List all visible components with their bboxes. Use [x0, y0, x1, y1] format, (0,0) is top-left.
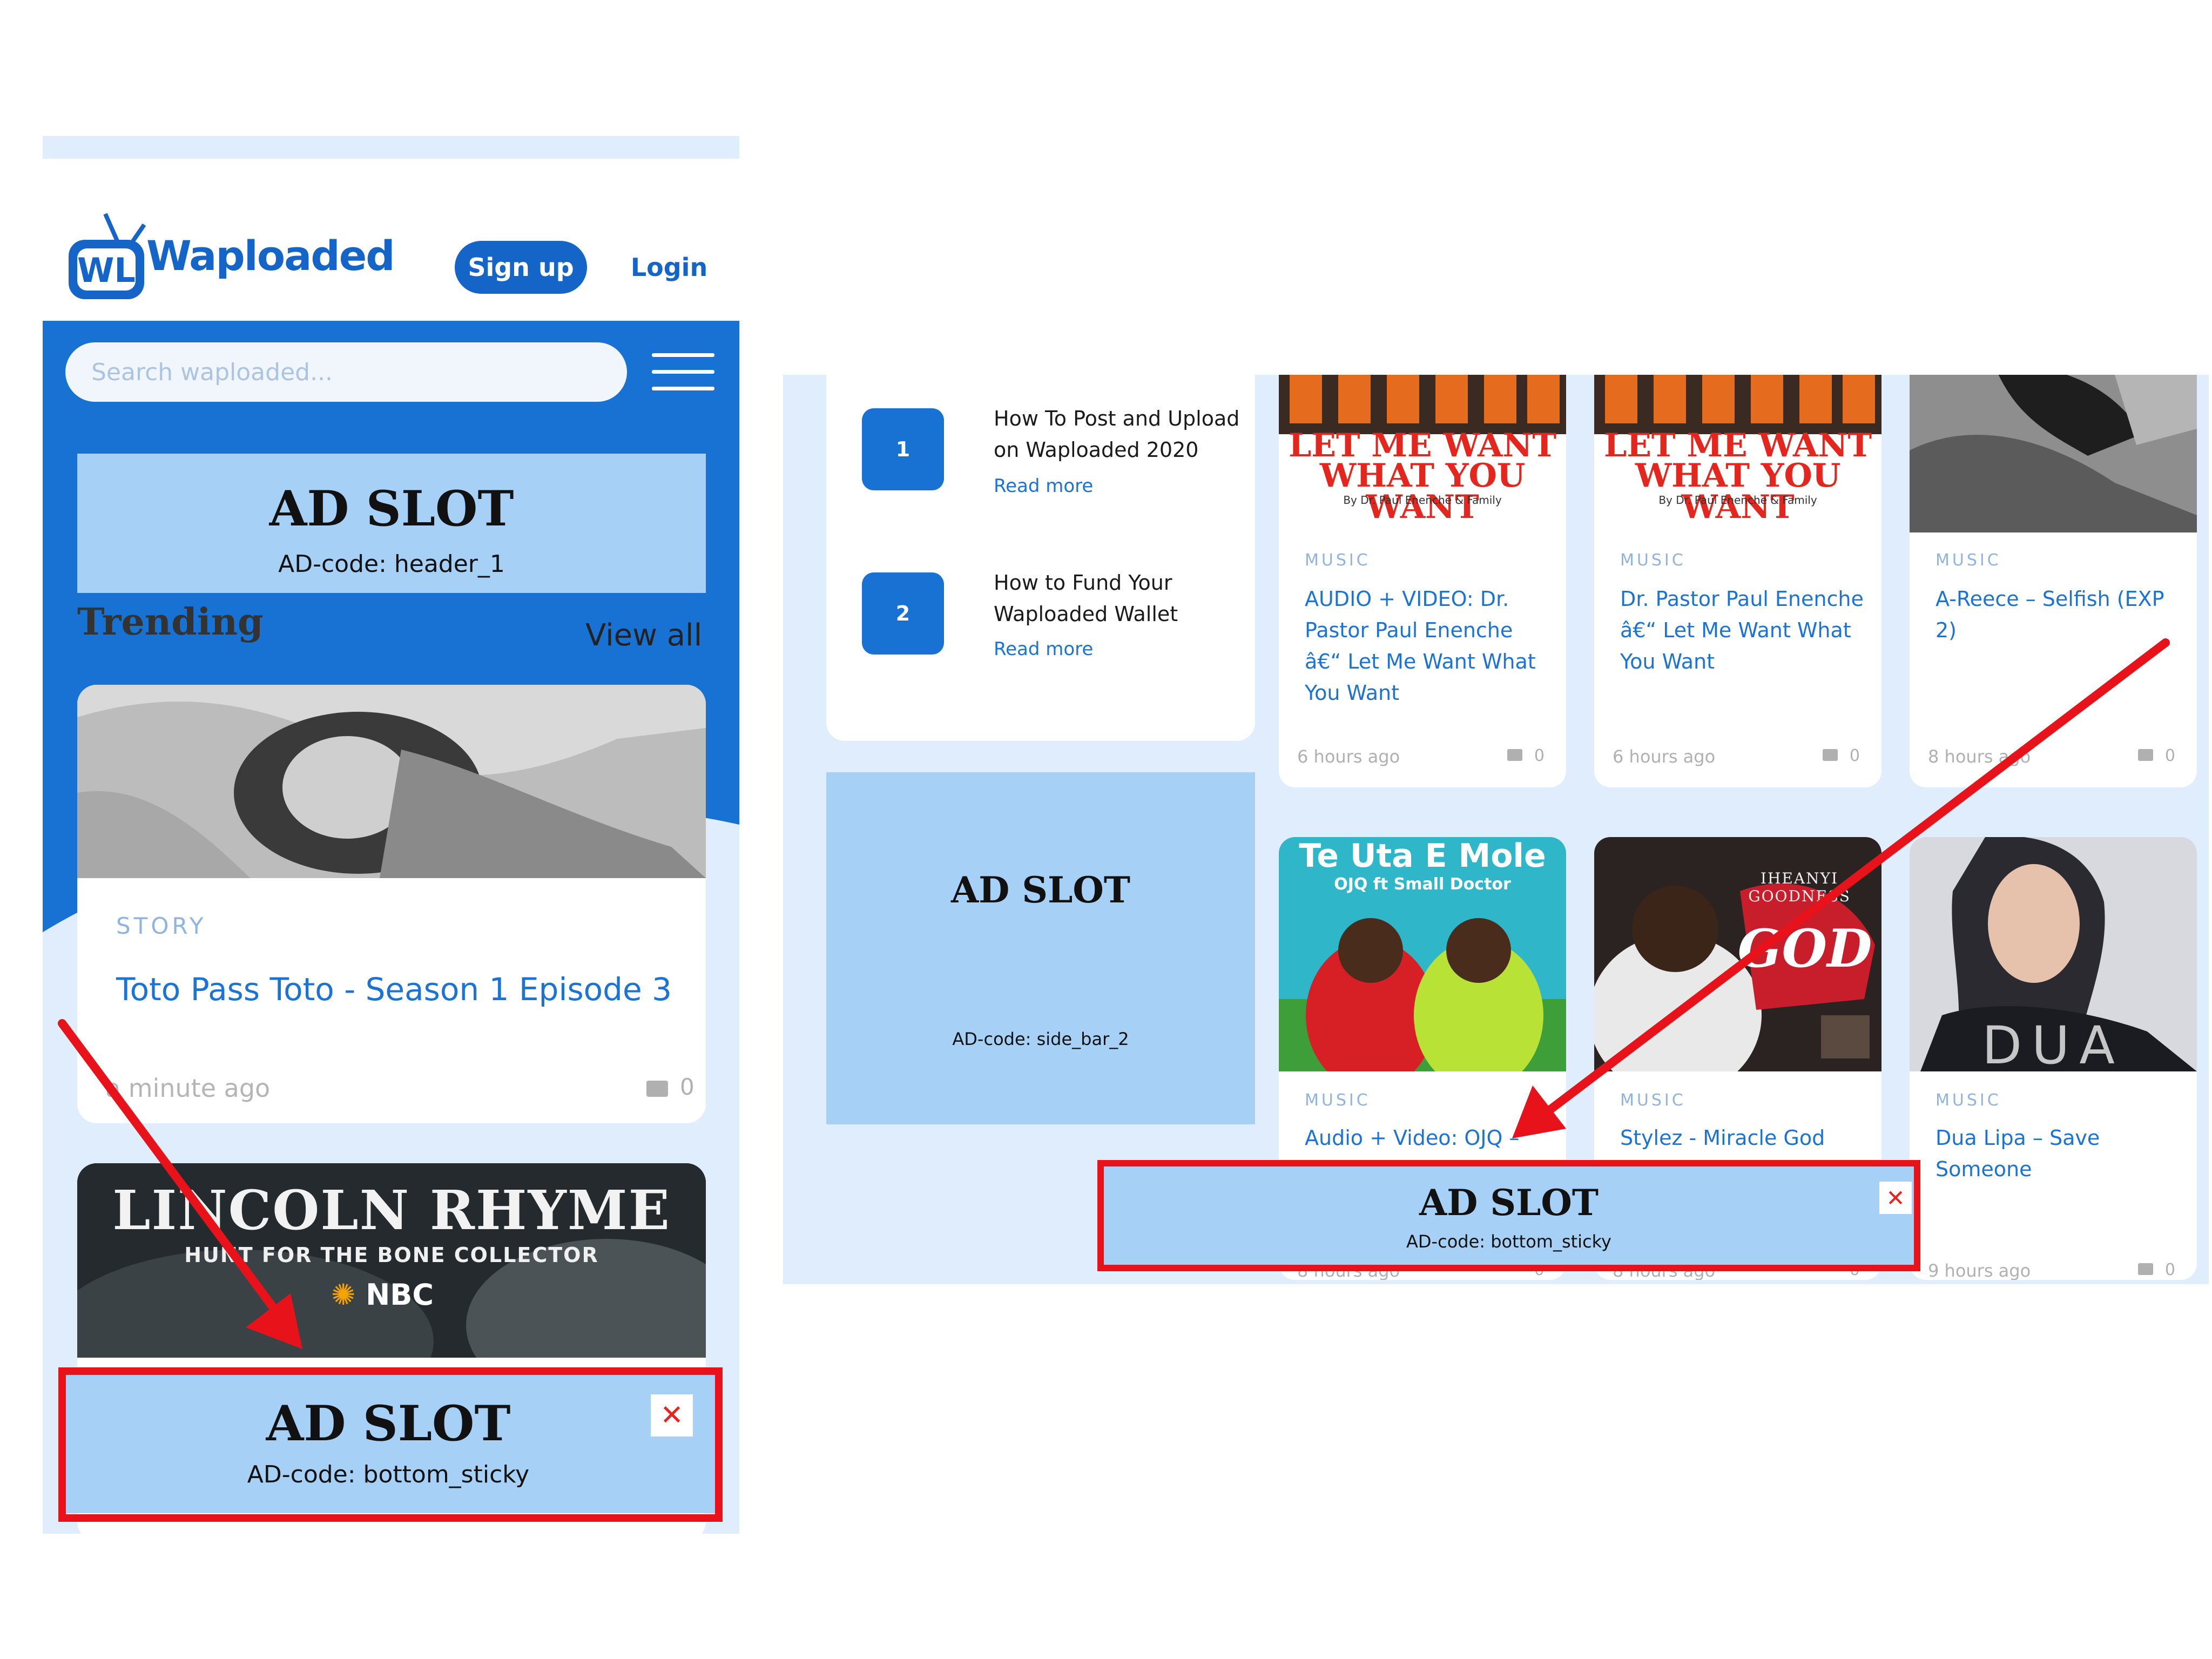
poster-line-2: GOD: [1737, 918, 1872, 979]
post-card[interactable]: LET ME WANT WHAT YOU WANT By Dr. Paul En…: [1279, 375, 1566, 787]
ad-slot-title: AD SLOT: [950, 869, 1131, 911]
list-number-badge: 2: [862, 572, 944, 655]
card-comments: 0: [646, 1074, 694, 1100]
read-more-link[interactable]: Read more: [994, 638, 1093, 660]
hamburger-icon[interactable]: [652, 353, 714, 391]
poster-line-1: IHEANYI GOODNESS: [1748, 869, 1851, 905]
read-more-link[interactable]: Read more: [994, 475, 1093, 497]
post-thumbnail[interactable]: [1910, 375, 2197, 532]
post-category: MUSIC: [1620, 551, 1686, 570]
post-comments: 0: [1822, 746, 1860, 765]
post-title[interactable]: Dua Lipa – Save Someone: [1936, 1122, 2184, 1185]
post-timestamp: 8 hours ago: [1928, 746, 2031, 767]
ad-slot-code: AD-code: header_1: [278, 550, 505, 578]
ad-slot-header: AD SLOT AD-code: header_1: [77, 454, 706, 593]
card-thumbnail[interactable]: LINCOLN RHYME HUNT FOR THE BONE COLLECTO…: [77, 1163, 706, 1358]
trending-heading: Trending: [77, 601, 264, 644]
trending-card[interactable]: STORY Toto Pass Toto - Season 1 Episode …: [77, 685, 706, 1123]
post-category: MUSIC: [1305, 1091, 1371, 1110]
post-category: MUSIC: [1936, 551, 2001, 570]
ad-slot-title: AD SLOT: [269, 480, 514, 537]
post-comments: 0: [2137, 1260, 2175, 1279]
comment-icon: [646, 1080, 668, 1097]
post-card[interactable]: MUSIC A-Reece – Selfish (EXP 2) 8 hours …: [1910, 375, 2197, 787]
card-thumbnail[interactable]: [77, 685, 706, 878]
post-comments: 0: [2137, 746, 2175, 765]
poster-line-2: WHAT YOU WANT: [1635, 457, 1841, 526]
post-category: MUSIC: [1620, 1091, 1686, 1110]
post-category: MUSIC: [1936, 1091, 2001, 1110]
post-thumbnail[interactable]: LET ME WANT WHAT YOU WANT By Dr. Paul En…: [1279, 375, 1566, 532]
poster-subtitle: HUNT FOR THE BONE COLLECTOR: [184, 1243, 599, 1267]
comment-icon: [1822, 749, 1838, 761]
login-link[interactable]: Login: [631, 241, 707, 294]
nbc-logo: ✺ NBC: [331, 1278, 434, 1312]
mobile-screenshot: WL Waploaded Sign up Login Search waploa…: [43, 136, 739, 1534]
comment-count: 0: [2164, 1260, 2175, 1279]
network-name: NBC: [366, 1278, 434, 1312]
poster-line-2: OJQ ft Small Doctor: [1334, 875, 1511, 894]
card-category: STORY: [116, 913, 207, 939]
comment-count: 0: [680, 1074, 694, 1100]
poster-credit: By Dr. Paul Enenche & Family: [1658, 494, 1817, 507]
poster-title: LINCOLN RHYME: [112, 1178, 671, 1242]
post-title[interactable]: Audio + Video: OJQ –: [1305, 1122, 1553, 1154]
post-title[interactable]: Stylez - Miracle God: [1620, 1122, 1869, 1154]
post-title[interactable]: A-Reece – Selfish (EXP 2): [1936, 583, 2184, 646]
card-title[interactable]: Toto Pass Toto - Season 1 Episode 3: [116, 971, 672, 1008]
post-thumbnail[interactable]: LET ME WANT WHAT YOU WANT By Dr. Paul En…: [1594, 375, 1881, 532]
comment-count: 0: [2164, 746, 2175, 765]
post-thumbnail[interactable]: IHEANYI GOODNESS GOD: [1594, 837, 1881, 1071]
comment-icon: [2137, 749, 2153, 761]
post-thumbnail[interactable]: Te Uta E Mole OJQ ft Small Doctor: [1279, 837, 1566, 1071]
guides-list-card: 1 How To Post and Upload on Waploaded 20…: [826, 375, 1255, 741]
post-card[interactable]: LET ME WANT WHAT YOU WANT By Dr. Paul En…: [1594, 375, 1881, 787]
poster-line-1: DUA LIPA: [1982, 1015, 2125, 1071]
post-title[interactable]: Dr. Pastor Paul Enenche â€“ Let Me Want …: [1620, 583, 1869, 677]
poster-credit: By Dr. Paul Enenche & Family: [1343, 494, 1502, 507]
svg-text:WL: WL: [77, 251, 136, 290]
card-timestamp: a minute ago: [105, 1074, 271, 1103]
post-comments: 0: [1507, 746, 1545, 765]
comment-icon: [2137, 1263, 2153, 1275]
post-thumbnail[interactable]: DUA LIPA: [1910, 837, 2197, 1071]
comment-icon: [1507, 749, 1522, 761]
highlight-frame: [1097, 1160, 1920, 1271]
post-timestamp: 6 hours ago: [1297, 746, 1400, 767]
comment-count: 0: [1849, 746, 1860, 765]
logo-wordmark: Waploaded: [146, 232, 395, 280]
ad-slot-code: AD-code: side_bar_2: [952, 1029, 1129, 1049]
view-all-link[interactable]: View all: [585, 618, 702, 653]
list-item-title[interactable]: How To Post and Upload on Waploaded 2020: [994, 403, 1242, 466]
desktop-screenshot: 1 How To Post and Upload on Waploaded 20…: [783, 375, 2209, 1284]
list-item-title[interactable]: How to Fund Your Waploaded Wallet: [994, 567, 1242, 630]
poster-line-1: Te Uta E Mole: [1299, 837, 1546, 875]
list-number-badge: 1: [862, 408, 944, 490]
sign-up-button[interactable]: Sign up: [455, 241, 587, 294]
post-category: MUSIC: [1305, 551, 1371, 570]
search-input[interactable]: Search waploaded...: [65, 342, 627, 402]
post-title[interactable]: AUDIO + VIDEO: Dr. Pastor Paul Enenche â…: [1305, 583, 1553, 709]
ad-slot-sidebar: AD SLOT AD-code: side_bar_2: [826, 772, 1255, 1124]
post-card[interactable]: DUA LIPA MUSIC Dua Lipa – Save Someone 9…: [1910, 837, 2197, 1280]
post-timestamp: 9 hours ago: [1928, 1260, 2031, 1280]
mobile-header: WL Waploaded Sign up Login: [43, 159, 739, 321]
comment-count: 0: [1534, 746, 1545, 765]
post-timestamp: 6 hours ago: [1613, 746, 1716, 767]
highlight-frame: [58, 1367, 723, 1522]
poster-line-2: WHAT YOU WANT: [1319, 457, 1526, 526]
